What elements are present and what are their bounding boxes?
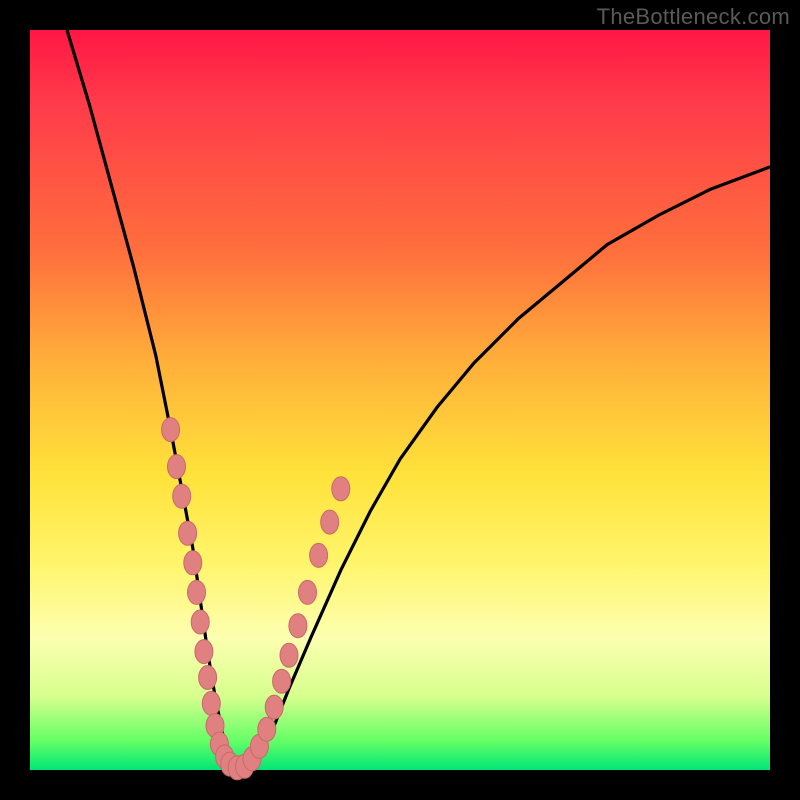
curve-marker [179, 521, 197, 545]
curve-marker [199, 666, 217, 690]
curve-marker [258, 717, 276, 741]
chart-svg [30, 30, 770, 770]
curve-marker [310, 543, 328, 567]
curve-marker [321, 510, 339, 534]
plot-area [30, 30, 770, 770]
curve-marker [280, 643, 298, 667]
curve-marker [162, 418, 180, 442]
curve-marker [173, 484, 191, 508]
curve-marker [191, 610, 209, 634]
curve-marker [184, 551, 202, 575]
curve-marker [273, 669, 291, 693]
curve-marker [332, 477, 350, 501]
outer-frame: TheBottleneck.com [0, 0, 800, 800]
curve-marker [265, 695, 283, 719]
marker-group [162, 418, 350, 780]
curve-marker [195, 640, 213, 664]
curve-marker [299, 580, 317, 604]
curve-marker [188, 580, 206, 604]
bottleneck-curve-path [67, 30, 770, 770]
watermark-text: TheBottleneck.com [597, 4, 790, 30]
curve-marker [168, 455, 186, 479]
curve-marker [289, 614, 307, 638]
curve-marker [202, 691, 220, 715]
